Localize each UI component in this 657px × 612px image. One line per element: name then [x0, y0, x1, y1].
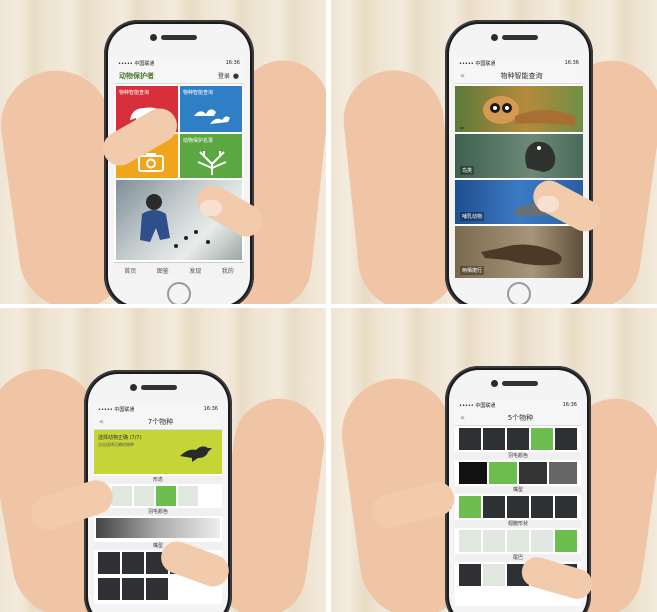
option-tile[interactable] — [459, 564, 481, 586]
option-tile[interactable] — [555, 428, 577, 450]
home-button[interactable] — [507, 282, 531, 304]
color-gradient-bar[interactable] — [96, 518, 220, 538]
tab-discover[interactable]: 发现 — [189, 266, 201, 275]
option-tile[interactable] — [122, 552, 144, 574]
tab-guide[interactable]: 图鉴 — [157, 266, 169, 275]
screen-home: ••••• 中国联通 16:36 动物保护者 登录 ● 物种智能查询 物种智能查… — [114, 58, 244, 278]
option-tile-selected[interactable] — [555, 530, 577, 552]
status-time: 16:36 — [225, 60, 240, 66]
screen-title: 7个物种 — [147, 417, 174, 426]
tile-label: 物种智能查询 — [183, 90, 214, 96]
option-tile[interactable] — [112, 486, 132, 506]
option-tile[interactable] — [507, 496, 529, 518]
status-time: 16:36 — [564, 60, 579, 66]
user-icon[interactable]: ● — [233, 72, 239, 80]
tile-label: 物种智能查询 — [119, 90, 150, 96]
species-row-bird[interactable]: 鸟类 — [455, 134, 583, 178]
section-label: 羽毛颜色 — [455, 452, 581, 460]
screen-species: ••••• 中国联通 16:36 « 物种智能查询 鸟类 哺乳动物 两栖爬行 — [455, 58, 583, 278]
section-label: 嘴型 — [455, 486, 581, 494]
section-label: 嘴型 — [94, 542, 222, 550]
home-button[interactable] — [167, 282, 191, 304]
loris-icon — [483, 96, 575, 126]
species-row-reptile[interactable]: 两栖爬行 — [455, 226, 583, 278]
photo-panel-home: ••••• 中国联通 16:36 动物保护者 登录 ● 物种智能查询 物种智能查… — [0, 0, 326, 304]
option-tile[interactable] — [549, 462, 577, 484]
coral-icon — [197, 151, 227, 175]
option-tile[interactable] — [483, 530, 505, 552]
option-tile[interactable] — [98, 578, 120, 600]
screen-title: 物种智能查询 — [500, 71, 543, 80]
section-label: 羽毛颜色 — [94, 508, 222, 516]
option-tile[interactable] — [507, 530, 529, 552]
option-tile[interactable] — [531, 530, 553, 552]
phone: ••••• 中国联通 16:36 « 物种智能查询 鸟类 哺乳动物 两栖爬行 — [445, 20, 593, 304]
status-time: 16:36 — [203, 406, 218, 412]
option-tile[interactable] — [459, 530, 481, 552]
option-tile-selected[interactable] — [489, 462, 517, 484]
login-link[interactable]: 登录 — [218, 71, 230, 80]
option-tile-selected[interactable] — [459, 496, 481, 518]
species-label: 哺乳动物 — [460, 212, 485, 221]
section-label: 翅膀形状 — [455, 520, 581, 528]
option-tile[interactable] — [98, 552, 120, 574]
option-tile[interactable] — [459, 428, 481, 450]
species-label — [460, 127, 464, 129]
species-label: 鸟类 — [460, 166, 475, 175]
photo-collage: ••••• 中国联通 16:36 动物保护者 登录 ● 物种智能查询 物种智能查… — [0, 0, 657, 612]
bird-silhouette-icon — [180, 446, 212, 462]
species-label: 两栖爬行 — [460, 266, 485, 275]
option-tile[interactable] — [555, 496, 577, 518]
bottom-tab-bar: 首页 图鉴 发现 我的 — [114, 262, 244, 278]
species-row-loris[interactable] — [455, 86, 583, 132]
option-tile[interactable] — [483, 564, 505, 586]
option-tile[interactable] — [483, 496, 505, 518]
option-tile[interactable] — [122, 578, 144, 600]
option-tile[interactable] — [507, 428, 529, 450]
app-title: 动物保护者 — [119, 71, 154, 80]
tab-home[interactable]: 首页 — [124, 266, 136, 275]
carrier-text: ••••• 中国联通 — [459, 61, 496, 67]
tile-species-query-bird[interactable]: 物种智能查询 — [180, 86, 242, 132]
photo-panel-quiz: ••••• 中国联通 16:36 « 7个物种 选择动物正确 (7/7) 点击选… — [0, 308, 326, 612]
option-tile-selected[interactable] — [156, 486, 176, 506]
option-tile-selected[interactable] — [531, 428, 553, 450]
tile-protection-list[interactable]: 动物保护名录 — [180, 134, 242, 178]
bird-photo-icon — [525, 141, 556, 172]
result-banner: 选择动物正确 (7/7) 点击选择正确的物种 — [94, 430, 222, 474]
option-tile[interactable] — [519, 462, 547, 484]
tab-me[interactable]: 我的 — [222, 266, 234, 275]
carrier-text: ••••• 中国联通 — [98, 407, 135, 413]
section-label: 形态 — [94, 476, 222, 484]
option-tile[interactable] — [146, 578, 168, 600]
status-time: 16:36 — [562, 402, 577, 408]
carrier-text: ••••• 中国联通 — [459, 403, 496, 409]
birds-icon — [194, 109, 230, 124]
photo-panel-species: ••••• 中国联通 16:36 « 物种智能查询 鸟类 哺乳动物 两栖爬行 — [331, 0, 657, 304]
section-label: 尾巴 — [455, 554, 581, 562]
option-tile[interactable] — [178, 486, 198, 506]
carrier-text: ••••• 中国联通 — [118, 61, 155, 67]
option-tile[interactable] — [459, 462, 487, 484]
tile-label: 动物保护名录 — [183, 138, 214, 144]
option-tile[interactable] — [531, 496, 553, 518]
photo-panel-results: ••••• 中国联通 16:36 « 5个物种 羽毛颜色 嘴型 翅膀形状 尾巴 — [331, 308, 657, 612]
option-tile[interactable] — [483, 428, 505, 450]
screen-title: 5个物种 — [507, 413, 534, 422]
option-tile[interactable] — [134, 486, 154, 506]
